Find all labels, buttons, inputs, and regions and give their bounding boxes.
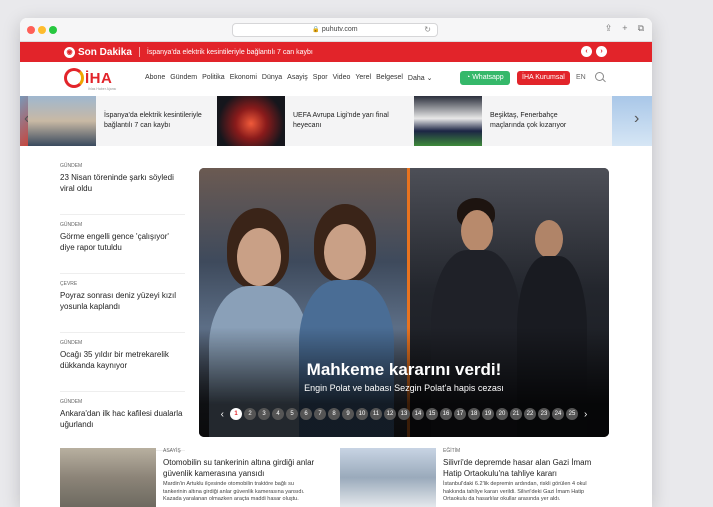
slider-page-16[interactable]: 16: [440, 408, 452, 420]
breaking-news-bar: ◉ Son Dakika İspanya'da elektrik kesinti…: [20, 42, 652, 62]
hero-figure: [535, 220, 563, 258]
address-bar[interactable]: 🔒 puhutv.com ↻: [232, 23, 438, 37]
slider-page-19[interactable]: 19: [482, 408, 494, 420]
hero-figure: [461, 210, 493, 252]
article-card[interactable]: EĞİTİM Silivri'de depremde hasar alan Ga…: [340, 448, 598, 507]
tabs-overview-icon[interactable]: ⧉: [638, 23, 644, 34]
menu-item-belgesel[interactable]: Belgesel: [376, 74, 403, 82]
whatsapp-button[interactable]: ◔ Whatsapp: [460, 71, 510, 85]
hero-figure: [237, 228, 281, 286]
menu-item-gundem[interactable]: Gündem: [170, 74, 197, 82]
article-thumb: [340, 448, 436, 507]
strip-item[interactable]: Beşiktaş, Fenerbahçe maçlarında çok kıza…: [414, 96, 594, 146]
article-thumb: [60, 448, 156, 507]
slider-pagination: ‹ 1 2 3 4 5 6 7 8 9 10 11 12 13 14 15 16 17 18 19 20 21 22 23 2…: [207, 408, 601, 420]
breaking-icon: ◉: [64, 46, 75, 58]
left-news-list: GÜNDEM 23 Nisan töreninde şarkı söyledi …: [60, 163, 185, 458]
slider-page-17[interactable]: 17: [454, 408, 466, 420]
search-icon[interactable]: [595, 72, 604, 81]
slider-page-2[interactable]: 2: [244, 408, 256, 420]
strip-item[interactable]: UEFA Avrupa Ligi'nde yarı final heyecanı: [217, 96, 397, 146]
site-logo[interactable]: İHA İhlas Haber Ajansı: [64, 68, 116, 91]
breaking-headline[interactable]: İspanya'da elektrik kesintileriyle bağla…: [147, 49, 313, 56]
slider-page-1[interactable]: 1: [230, 408, 242, 420]
slider-page-11[interactable]: 11: [370, 408, 382, 420]
slider-page-18[interactable]: 18: [468, 408, 480, 420]
breaking-label: ◉ Son Dakika: [20, 46, 132, 58]
strip-next-arrow[interactable]: ›: [634, 110, 639, 128]
hero-subtitle: Engin Polat ve babası Sezgin Polat'a hap…: [304, 383, 504, 393]
slider-page-14[interactable]: 14: [412, 408, 424, 420]
menu-item-yerel[interactable]: Yerel: [355, 74, 371, 82]
new-tab-icon[interactable]: +: [622, 23, 627, 34]
slider-page-25[interactable]: 25: [566, 408, 578, 420]
chevron-down-icon: ⌄: [426, 75, 433, 82]
strip-item[interactable]: İspanya'da elektrik kesintileriyle bağla…: [28, 96, 208, 146]
hero-figure: [324, 224, 366, 280]
logo-mark-icon: [64, 68, 84, 88]
strip-thumb: [28, 96, 96, 146]
menu-item-asayis[interactable]: Asayiş: [287, 74, 308, 82]
hero-shade: [199, 327, 609, 437]
list-item[interactable]: GÜNDEM Ankara'dan ilk hac kafilesi duala…: [60, 399, 185, 451]
slider-prev-arrow[interactable]: ‹: [221, 409, 224, 420]
list-item[interactable]: GÜNDEM Görme engelli gence 'çalışıyor' d…: [60, 222, 185, 274]
menu-item-ekonomi[interactable]: Ekonomi: [230, 74, 257, 82]
breaking-separator: [138, 47, 140, 57]
maximize-window-button[interactable]: [49, 26, 57, 34]
hero-title: Mahkeme kararını verdi!: [306, 360, 502, 379]
breaking-next-button[interactable]: ›: [596, 46, 607, 57]
breaking-prev-button[interactable]: ‹: [581, 46, 592, 57]
slider-page-15[interactable]: 15: [426, 408, 438, 420]
slider-page-10[interactable]: 10: [356, 408, 368, 420]
slider-page-7[interactable]: 7: [314, 408, 326, 420]
browser-window: 🔒 puhutv.com ↻ ⇪ + ⧉ ◉ Son Dakika İspanya…: [20, 18, 652, 507]
strip-thumb: [217, 96, 285, 146]
slider-page-12[interactable]: 12: [384, 408, 396, 420]
menu-item-politika[interactable]: Politika: [202, 74, 225, 82]
list-item[interactable]: ÇEVRE Poyraz sonrası deniz yüzeyi kızıl …: [60, 281, 185, 333]
headline-slider[interactable]: Mahkeme kararını verdi! Engin Polat ve b…: [199, 168, 609, 437]
menu-item-video[interactable]: Video: [333, 74, 351, 82]
url-text: puhutv.com: [321, 26, 358, 33]
slider-page-21[interactable]: 21: [510, 408, 522, 420]
menu-item-spor[interactable]: Spor: [313, 74, 328, 82]
slider-next-arrow[interactable]: ›: [584, 409, 587, 420]
menu-item-abone[interactable]: Abone: [145, 74, 165, 82]
site-header: İHA İhlas Haber Ajansı Abone Gündem Poli…: [20, 62, 652, 96]
slider-page-20[interactable]: 20: [496, 408, 508, 420]
slider-page-6[interactable]: 6: [300, 408, 312, 420]
slider-page-23[interactable]: 23: [538, 408, 550, 420]
strip-thumb: [414, 96, 482, 146]
slider-page-3[interactable]: 3: [258, 408, 270, 420]
browser-toolbar: 🔒 puhutv.com ↻ ⇪ + ⧉: [20, 18, 652, 42]
slider-page-8[interactable]: 8: [328, 408, 340, 420]
list-item[interactable]: GÜNDEM Ocağı 35 yıldır bir metrekarelik …: [60, 340, 185, 392]
slider-page-5[interactable]: 5: [286, 408, 298, 420]
language-switch[interactable]: EN: [576, 74, 586, 81]
close-window-button[interactable]: [27, 26, 35, 34]
slider-page-9[interactable]: 9: [342, 408, 354, 420]
menu-item-daha[interactable]: Daha ⌄: [408, 74, 433, 82]
whatsapp-icon: ◔: [466, 74, 471, 81]
slider-page-4[interactable]: 4: [272, 408, 284, 420]
lock-icon: 🔒: [312, 27, 320, 33]
minimize-window-button[interactable]: [38, 26, 46, 34]
reload-icon[interactable]: ↻: [424, 24, 431, 36]
list-item[interactable]: GÜNDEM 23 Nisan töreninde şarkı söyledi …: [60, 163, 185, 215]
strip-thumb-partial[interactable]: [612, 96, 652, 146]
main-menu: Abone Gündem Politika Ekonomi Dünya Asay…: [145, 74, 432, 82]
kurumsal-button[interactable]: İHA Kurumsal: [517, 71, 570, 85]
slider-page-24[interactable]: 24: [552, 408, 564, 420]
slider-page-22[interactable]: 22: [524, 408, 536, 420]
share-icon[interactable]: ⇪: [605, 23, 613, 34]
news-strip: ‹ İspanya'da elektrik kesintileriyle bağ…: [20, 96, 652, 146]
article-card[interactable]: ASAYİŞ Otomobilin su tankerinin altına g…: [60, 448, 318, 507]
slider-page-13[interactable]: 13: [398, 408, 410, 420]
menu-item-dunya[interactable]: Dünya: [262, 74, 282, 82]
